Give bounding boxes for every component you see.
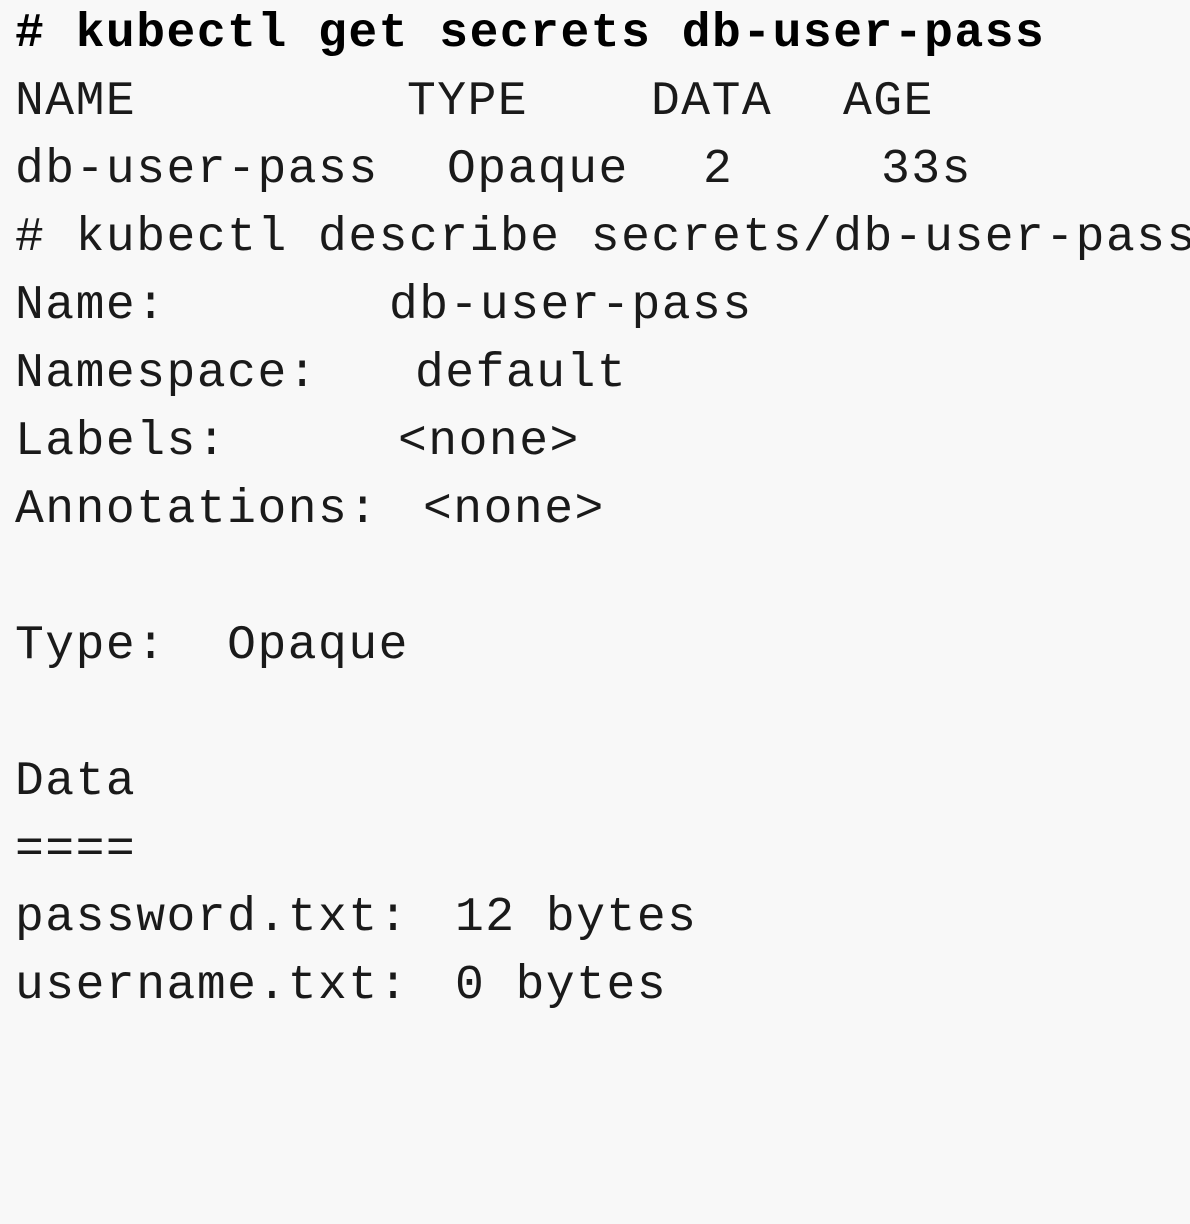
secret-data-count-cell: 2 <box>703 143 734 197</box>
data-entry-size: 12 bytes <box>455 891 698 945</box>
table-header-row: NAME TYPE DATA AGE <box>15 68 932 136</box>
describe-labels-row: Labels: <none> <box>15 408 578 476</box>
column-header-name: NAME <box>15 75 137 129</box>
data-entry-key: username.txt: <box>15 959 409 1013</box>
terminal-output: # kubectl get secrets db-user-pass NAME … <box>0 0 1190 1014</box>
data-entry-key: password.txt: <box>15 891 409 945</box>
annotations-value: <none> <box>423 483 605 537</box>
describe-name-row: Name: db-user-pass <box>15 272 751 340</box>
data-entry-password: password.txt: 12 bytes <box>15 884 696 952</box>
data-section-heading: Data <box>15 755 137 809</box>
labels-label: Labels: <box>15 415 228 469</box>
data-entry-username: username.txt: 0 bytes <box>15 952 666 1020</box>
column-header-type: TYPE <box>407 75 529 129</box>
secret-name-cell: db-user-pass <box>15 143 379 197</box>
data-section-underline: ==== <box>15 823 137 877</box>
describe-annotations-row: Annotations: <none> <box>15 476 603 544</box>
annotations-label: Annotations: <box>15 483 379 537</box>
column-header-age: AGE <box>843 75 934 129</box>
column-header-data: DATA <box>651 75 773 129</box>
describe-type-line: Type: Opaque <box>15 619 409 673</box>
namespace-value: default <box>415 347 628 401</box>
secret-age-cell: 33s <box>881 143 972 197</box>
describe-namespace-row: Namespace: default <box>15 340 626 408</box>
namespace-label: Namespace: <box>15 347 319 401</box>
data-entry-size: 0 bytes <box>455 959 668 1013</box>
name-value: db-user-pass <box>389 279 753 333</box>
table-row: db-user-pass Opaque 2 33s <box>15 136 970 204</box>
name-label: Name: <box>15 279 167 333</box>
describe-secret-command: # kubectl describe secrets/db-user-pass <box>15 211 1190 265</box>
get-secrets-command: # kubectl get secrets db-user-pass <box>15 7 1046 61</box>
labels-value: <none> <box>398 415 580 469</box>
secret-type-cell: Opaque <box>447 143 629 197</box>
